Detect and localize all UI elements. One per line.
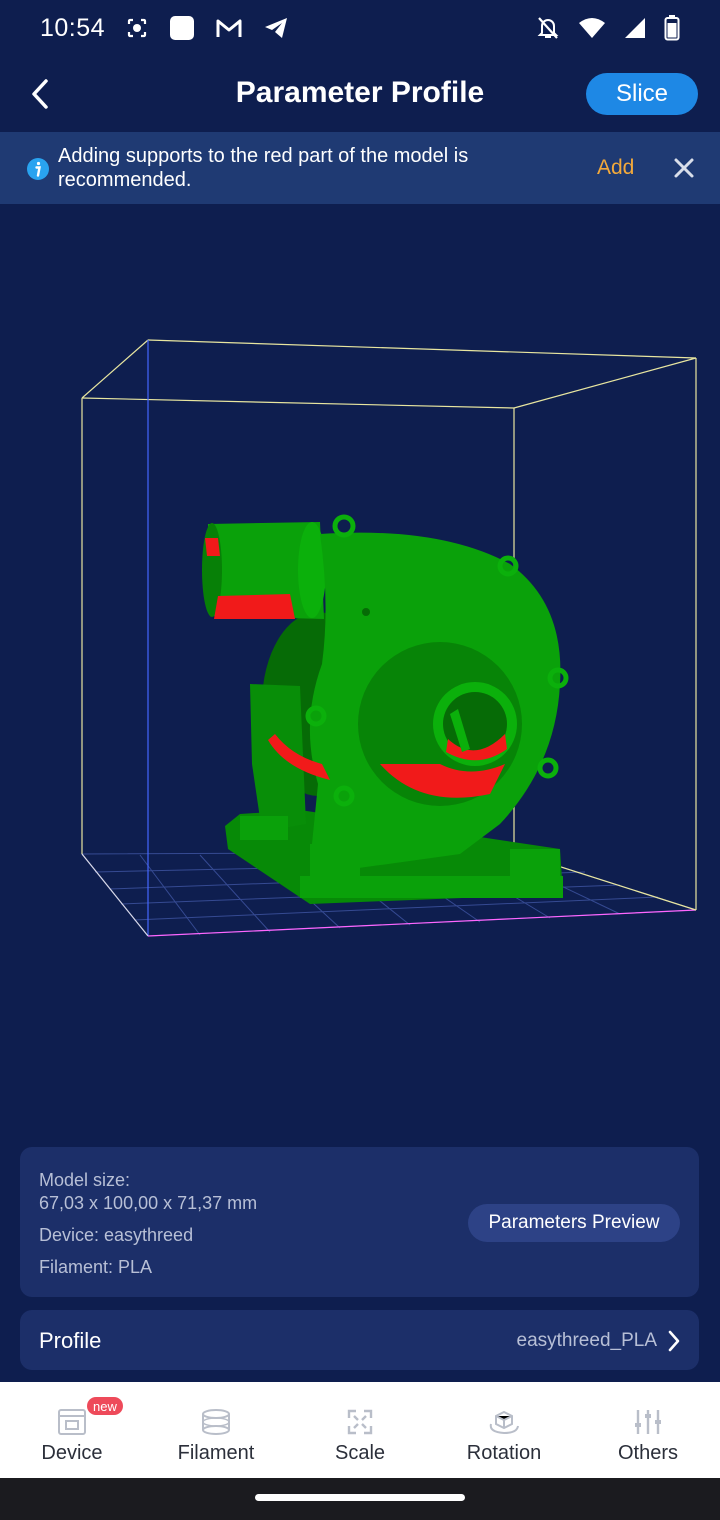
status-left: 10:54 xyxy=(40,14,289,43)
model-size-label: Model size: xyxy=(39,1170,131,1190)
nav-label-filament: Filament xyxy=(177,1442,255,1464)
profile-row[interactable]: Profile easythreed_PLA xyxy=(20,1310,699,1370)
sliders-icon xyxy=(635,1410,661,1434)
square-app-icon xyxy=(169,15,195,41)
support-notice-banner: Adding supports to the red part of the m… xyxy=(0,132,720,204)
nav-item-device[interactable]: new Device xyxy=(0,1382,144,1478)
filament-icon xyxy=(202,1409,230,1435)
profile-label: Profile xyxy=(39,1328,102,1353)
bottom-nav: new Device Filament Scale Rotation Other… xyxy=(0,1382,720,1478)
cellular-icon xyxy=(624,17,646,39)
rotation-icon xyxy=(489,1410,519,1435)
wifi-icon xyxy=(578,17,606,39)
nav-item-rotation[interactable]: Rotation xyxy=(432,1382,576,1478)
nav-label-rotation: Rotation xyxy=(466,1442,542,1464)
nav-label-scale: Scale xyxy=(334,1442,386,1464)
screen-record-icon xyxy=(125,16,149,40)
new-badge: new xyxy=(87,1397,123,1415)
add-support-link[interactable]: Add xyxy=(597,156,634,180)
telegram-icon xyxy=(263,16,289,40)
model-size-value: 67,03 x 100,00 x 71,37 mm xyxy=(39,1193,258,1213)
info-icon xyxy=(27,158,49,180)
build-volume-render xyxy=(80,339,697,937)
turbo-model xyxy=(202,514,569,904)
battery-icon xyxy=(664,15,680,41)
close-notice-button[interactable] xyxy=(672,156,696,180)
home-indicator[interactable] xyxy=(255,1494,465,1501)
status-bar: 10:54 xyxy=(0,0,720,56)
device-icon xyxy=(58,1409,86,1435)
filament-info: Filament: PLA xyxy=(39,1257,153,1277)
model-3d-viewport[interactable] xyxy=(0,204,720,1144)
device-info: Device: easythreed xyxy=(39,1225,194,1245)
nav-item-scale[interactable]: Scale xyxy=(288,1382,432,1478)
nav-item-filament[interactable]: Filament xyxy=(144,1382,288,1478)
notifications-off-icon xyxy=(536,15,560,41)
close-icon xyxy=(674,158,694,178)
notice-text: Adding supports to the red part of the m… xyxy=(58,145,469,191)
gesture-navigation-bar xyxy=(0,1478,720,1520)
slice-button[interactable]: Slice xyxy=(586,73,698,115)
gmail-icon xyxy=(215,17,243,39)
nav-label-others: Others xyxy=(617,1442,679,1464)
chevron-right-icon xyxy=(668,1330,680,1352)
profile-value: easythreed_PLA xyxy=(516,1330,658,1351)
parameters-preview-button[interactable]: Parameters Preview xyxy=(468,1204,680,1242)
header: Parameter Profile Slice xyxy=(0,56,720,134)
status-time: 10:54 xyxy=(40,13,106,42)
scale-icon xyxy=(347,1409,373,1435)
status-right xyxy=(536,15,680,41)
nav-label-device: Device xyxy=(41,1442,103,1464)
nav-item-others[interactable]: Others xyxy=(576,1382,720,1478)
model-info-card: Model size: 67,03 x 100,00 x 71,37 mm De… xyxy=(20,1147,699,1297)
